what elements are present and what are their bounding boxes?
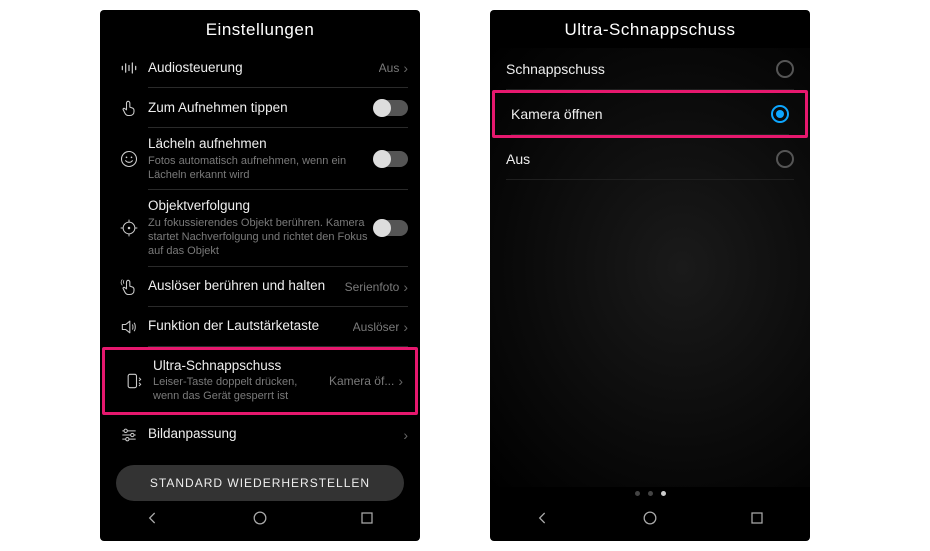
ultra-snapshot-screen: Ultra-Schnappschuss Schnappschuss Kamera… (490, 10, 810, 541)
row-audio-control[interactable]: Audiosteuerung Aus › (100, 48, 420, 88)
row-image-adjustment[interactable]: Bildanpassung › (100, 415, 420, 455)
chevron-right-icon: › (403, 319, 408, 335)
row-title: Audiosteuerung (148, 60, 373, 77)
restore-defaults-button[interactable]: STANDARD WIEDERHERSTELLEN (116, 465, 404, 501)
settings-list: Audiosteuerung Aus › Zum Aufnehmen tippe… (100, 48, 420, 502)
option-open-camera[interactable]: Kamera öffnen (492, 90, 808, 138)
chevron-right-icon: › (403, 427, 408, 443)
equalizer-icon (110, 58, 148, 78)
radio-selected[interactable] (771, 105, 789, 123)
row-capture-smiles[interactable]: Lächeln aufnehmen Fotos automatisch aufn… (100, 128, 420, 190)
row-value: Kamera öf... (329, 374, 394, 388)
row-subtitle: Leiser-Taste doppelt drücken, wenn das G… (153, 376, 323, 404)
toggle-switch[interactable] (374, 220, 408, 236)
nav-home-icon[interactable] (250, 508, 270, 533)
option-label: Kamera öffnen (511, 106, 603, 122)
page-indicator (490, 487, 810, 502)
smile-icon (110, 149, 148, 169)
row-title: Funktion der Lautstärketaste (148, 318, 347, 335)
nav-bar (100, 502, 420, 541)
row-title: Ultra-Schnappschuss (153, 358, 323, 375)
touch-hold-icon (110, 277, 148, 297)
target-icon (110, 218, 148, 238)
row-tap-to-capture[interactable]: Zum Aufnehmen tippen (100, 88, 420, 128)
row-value: Serienfoto (345, 280, 400, 294)
row-volume-button-function[interactable]: Funktion der Lautstärketaste Auslöser › (100, 307, 420, 347)
row-subtitle: Zu fokussierendes Objekt berühren. Kamer… (148, 217, 368, 258)
radio-unselected[interactable] (776, 60, 794, 78)
nav-back-icon[interactable] (533, 508, 553, 533)
dot-active (661, 491, 666, 496)
snapshot-icon (115, 371, 153, 391)
dot (648, 491, 653, 496)
settings-screen: Einstellungen Audiosteuerung Aus › Zum A… (100, 10, 420, 541)
radio-unselected[interactable] (776, 150, 794, 168)
nav-recent-icon[interactable] (357, 508, 377, 533)
toggle-switch[interactable] (374, 151, 408, 167)
page-title: Ultra-Schnappschuss (490, 10, 810, 48)
row-object-tracking[interactable]: Objektverfolgung Zu fokussierendes Objek… (100, 190, 420, 266)
row-value: Auslöser (353, 320, 400, 334)
row-title: Objektverfolgung (148, 198, 368, 215)
option-off[interactable]: Aus (490, 138, 810, 180)
page-title: Einstellungen (100, 10, 420, 48)
volume-icon (110, 317, 148, 337)
options-list: Schnappschuss Kamera öffnen Aus (490, 48, 810, 487)
tap-icon (110, 98, 148, 118)
chevron-right-icon: › (398, 373, 403, 389)
row-title: Zum Aufnehmen tippen (148, 100, 368, 117)
sliders-icon (110, 425, 148, 445)
nav-recent-icon[interactable] (747, 508, 767, 533)
chevron-right-icon: › (403, 279, 408, 295)
row-subtitle: Fotos automatisch aufnehmen, wenn ein Lä… (148, 155, 368, 183)
chevron-right-icon: › (403, 60, 408, 76)
row-touch-hold-shutter[interactable]: Auslöser berühren und halten Serienfoto … (100, 267, 420, 307)
row-ultra-snapshot[interactable]: Ultra-Schnappschuss Leiser-Taste doppelt… (102, 347, 418, 415)
option-snapshot[interactable]: Schnappschuss (490, 48, 810, 90)
dot (635, 491, 640, 496)
option-label: Aus (506, 151, 530, 167)
nav-back-icon[interactable] (143, 508, 163, 533)
row-title: Auslöser berühren und halten (148, 278, 339, 295)
option-label: Schnappschuss (506, 61, 605, 77)
row-title: Lächeln aufnehmen (148, 136, 368, 153)
toggle-switch[interactable] (374, 100, 408, 116)
nav-bar (490, 502, 810, 541)
nav-home-icon[interactable] (640, 508, 660, 533)
row-title: Bildanpassung (148, 426, 397, 443)
row-value: Aus (379, 61, 400, 75)
